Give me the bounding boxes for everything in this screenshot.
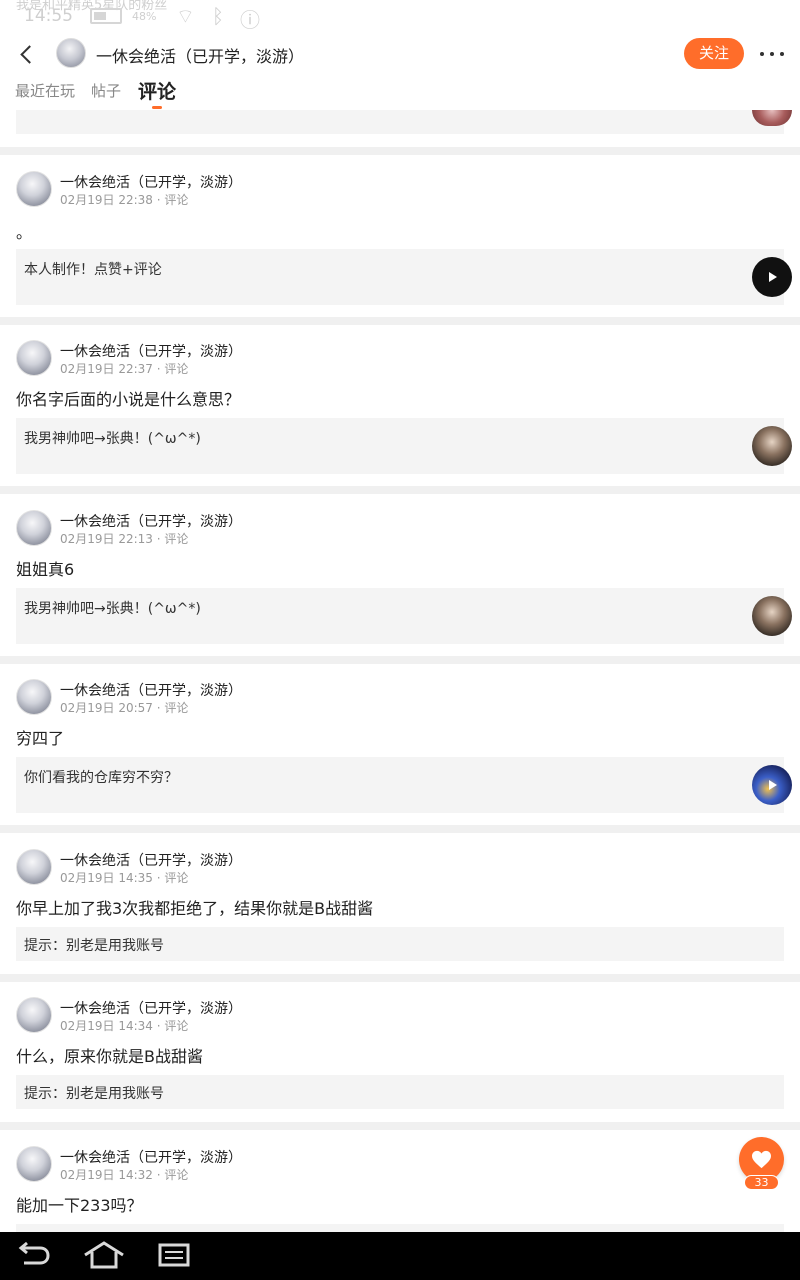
comment-text: 你名字后面的小说是什么意思？ [16, 390, 241, 409]
header-avatar[interactable] [56, 38, 86, 68]
comment-meta: 02月19日 20:57 · 评论 [60, 701, 189, 715]
back-icon[interactable] [14, 1240, 58, 1272]
author-name: 一休会绝活（已开学，淡游） [60, 175, 242, 191]
system-navigation-bar [0, 1232, 800, 1280]
quote-text: 提示：别老是用我账号 [24, 1086, 164, 1102]
more-options-icon[interactable] [758, 42, 786, 66]
divider [0, 486, 800, 494]
divider [0, 825, 800, 833]
avatar[interactable] [16, 510, 52, 546]
comment-text: 穷四了 [16, 729, 65, 748]
divider [0, 147, 800, 155]
recent-apps-icon[interactable] [154, 1240, 198, 1272]
divider [0, 656, 800, 664]
battery-percent: 48% [132, 10, 157, 23]
quote-thumbnail [752, 110, 792, 126]
quote-text: 我男神帅吧→张典！(^ω^*) [24, 431, 201, 447]
author-name: 一休会绝活（已开学，淡游） [60, 683, 242, 699]
comment-text: 能加一下233吗？ [16, 1196, 143, 1215]
comment-meta: 02月19日 14:35 · 评论 [60, 871, 189, 885]
quote-card[interactable]: 我男神帅吧→张典！(^ω^*) [16, 418, 792, 474]
quote-card[interactable]: 我男神帅吧→张典！(^ω^*) [16, 588, 792, 644]
quote-thumbnail [752, 426, 792, 466]
comment-meta: 02月19日 22:38 · 评论 [60, 193, 189, 207]
status-time: 14:55 [24, 6, 73, 26]
comment-text: 姐姐真6 [16, 560, 75, 579]
avatar[interactable] [16, 679, 52, 715]
quote-card[interactable]: 提示：别老是用我账号 [16, 927, 784, 961]
quote-text: 我男神帅吧→张典！(^ω^*) [24, 601, 201, 617]
profile-tabs: 最近在玩 帖子 评论 [0, 76, 800, 112]
avatar[interactable] [16, 849, 52, 885]
quote-card[interactable]: 你们看我的仓库穷不穷？ [16, 757, 792, 813]
quote-card[interactable]: 本人制作！点赞+评论 [16, 249, 792, 305]
follow-button[interactable]: 关注 [684, 38, 744, 69]
battery-icon [90, 8, 122, 24]
comment-text: 。 [16, 223, 33, 242]
divider [0, 1122, 800, 1130]
quote-thumbnail [752, 596, 792, 636]
status-ghost-text: 我是和平精英5星队的粉丝 [16, 0, 168, 13]
quote-card[interactable] [16, 110, 792, 134]
header-username: 一休会绝活（已开学，淡游） [96, 47, 305, 66]
quote-text: 你们看我的仓库穷不穷？ [24, 770, 178, 786]
comment-feed[interactable]: 一休会绝活（已开学，淡游） 02月19日 22:38 · 评论 。 本人制作！点… [0, 110, 800, 1232]
author-name: 一休会绝活（已开学，淡游） [60, 514, 242, 530]
tab-comments[interactable]: 评论 [138, 77, 176, 104]
home-icon[interactable] [82, 1240, 126, 1272]
comment-text: 你早上加了我3次我都拒绝了，结果你就是B战甜酱 [16, 899, 374, 918]
heart-icon [752, 1150, 771, 1169]
quote-card[interactable]: 提示：别老是用我账号 [16, 1075, 784, 1109]
comment-text: 什么，原来你就是B战甜酱 [16, 1047, 203, 1066]
author-name: 一休会绝活（已开学，淡游） [60, 1150, 242, 1166]
tab-indicator [152, 106, 162, 109]
author-name: 一休会绝活（已开学，淡游） [60, 344, 242, 360]
quote-text: 本人制作！点赞+评论 [24, 262, 162, 278]
divider [0, 317, 800, 325]
comment-meta: 02月19日 14:32 · 评论 [60, 1168, 189, 1182]
avatar[interactable] [16, 997, 52, 1033]
back-arrow-icon[interactable] [14, 40, 44, 70]
tab-posts[interactable]: 帖子 [91, 80, 121, 101]
video-thumbnail[interactable] [752, 765, 792, 805]
comment-meta: 02月19日 22:37 · 评论 [60, 362, 189, 376]
quote-card[interactable] [16, 1224, 784, 1232]
top-bar: 一休会绝活（已开学，淡游） 关注 [0, 30, 800, 80]
author-name: 一休会绝活（已开学，淡游） [60, 853, 242, 869]
author-name: 一休会绝活（已开学，淡游） [60, 1001, 242, 1017]
comment-meta: 02月19日 22:13 · 评论 [60, 532, 189, 546]
comment-meta: 02月19日 14:34 · 评论 [60, 1019, 189, 1033]
info-icon: ⓘ [240, 8, 260, 32]
tab-recently-played[interactable]: 最近在玩 [15, 80, 75, 101]
avatar[interactable] [16, 171, 52, 207]
bluetooth-icon: ᛒ [212, 4, 224, 28]
avatar[interactable] [16, 1146, 52, 1182]
quote-text: 提示：别老是用我账号 [24, 938, 164, 954]
avatar[interactable] [16, 340, 52, 376]
like-count-badge: 33 [744, 1175, 779, 1190]
divider [0, 974, 800, 982]
wifi-icon: ⌔ [176, 4, 195, 28]
play-icon[interactable] [752, 257, 792, 297]
